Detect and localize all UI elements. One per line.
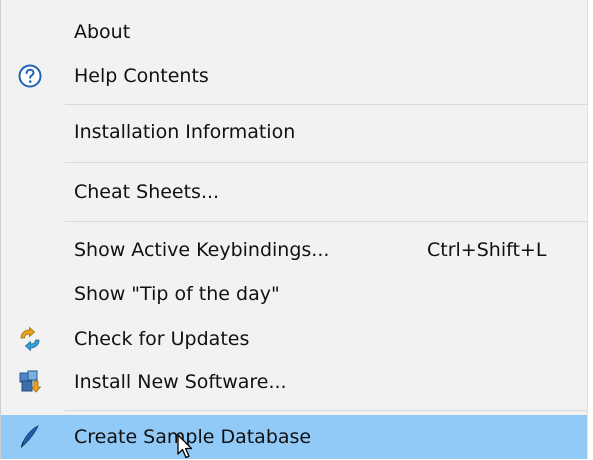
menu-item-create-sample-database[interactable]: Create Sample Database — [1, 415, 588, 459]
quill-pen-icon — [17, 424, 43, 450]
menu-separator — [65, 221, 588, 222]
menu-item-about[interactable]: About — [1, 10, 588, 54]
menu-item-label: Show Active Keybindings... — [74, 239, 330, 261]
menu-item-label: Cheat Sheets... — [74, 181, 220, 203]
help-menu: About Help Contents Installation Informa… — [0, 0, 588, 459]
menu-item-label: Show "Tip of the day" — [74, 283, 280, 305]
menu-separator — [65, 162, 588, 163]
menu-separator — [65, 104, 588, 105]
menu-item-installation-information[interactable]: Installation Information — [1, 110, 588, 154]
menu-item-label: Install New Software... — [74, 371, 287, 393]
menu-item-show-active-keybindings[interactable]: Show Active Keybindings... Ctrl+Shift+L — [1, 228, 588, 272]
menu-item-show-tip-of-the-day[interactable]: Show "Tip of the day" — [1, 272, 588, 316]
menu-item-label: Installation Information — [74, 121, 296, 143]
help-circle-icon — [17, 63, 43, 89]
menu-item-check-for-updates[interactable]: Check for Updates — [1, 317, 588, 361]
update-arrows-icon — [17, 326, 43, 352]
mouse-pointer-icon — [177, 434, 193, 459]
menu-item-install-new-software[interactable]: Install New Software... — [1, 360, 588, 404]
menu-item-help-contents[interactable]: Help Contents — [1, 54, 588, 98]
menu-separator — [65, 410, 588, 411]
menu-item-label: Help Contents — [74, 65, 209, 87]
menu-item-label: Check for Updates — [74, 328, 250, 350]
menu-item-cheat-sheets[interactable]: Cheat Sheets... — [1, 170, 588, 214]
install-software-icon — [17, 369, 43, 395]
keyboard-shortcut: Ctrl+Shift+L — [427, 239, 547, 261]
menu-item-label: About — [74, 21, 131, 43]
